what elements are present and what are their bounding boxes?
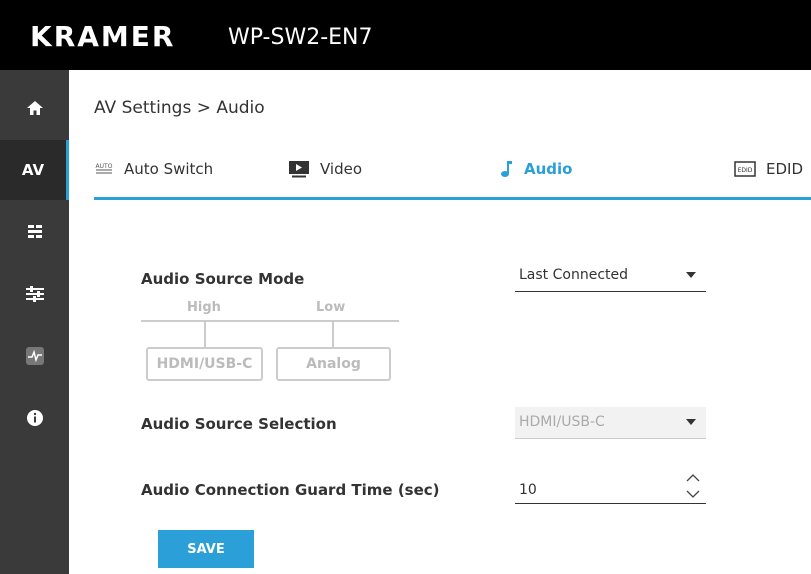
priority-diagram: High Low HDMI/USB-C Analog (141, 298, 401, 388)
tab-video-label: Video (320, 160, 363, 178)
diagnostics-icon (25, 347, 44, 365)
stepper-icon[interactable] (685, 472, 701, 500)
tab-bar: AUTO Auto Switch Video Audio EDID EDID (94, 150, 811, 200)
sidebar-item-info[interactable] (0, 388, 69, 448)
top-bar: KRAMER WP-SW2-EN7 (0, 0, 811, 70)
tab-audio-label: Audio (524, 160, 573, 178)
breadcrumb: AV Settings > Audio (94, 98, 265, 118)
audio-source-mode-select[interactable]: Last Connected (515, 260, 706, 292)
edid-icon: EDID (734, 161, 756, 177)
svg-text:AUTO: AUTO (96, 163, 113, 170)
sidebar-item-av-label: AV (21, 161, 45, 179)
audio-source-mode-value: Last Connected (519, 267, 628, 283)
music-note-icon (501, 161, 512, 177)
guard-time-value: 10 (519, 482, 537, 498)
tab-auto-switch-label: Auto Switch (124, 160, 214, 178)
tab-edid-label: EDID (766, 160, 804, 178)
diagram-line (141, 320, 399, 322)
guard-time-input[interactable]: 10 (515, 472, 706, 504)
sidebar-item-home[interactable] (0, 78, 69, 138)
analog-box: Analog (276, 347, 391, 381)
device-icon (27, 225, 42, 238)
hdmi-usbc-box: HDMI/USB-C (146, 347, 263, 381)
diagram-line (204, 321, 206, 348)
svg-text:EDID: EDID (738, 167, 753, 174)
sidebar: AV (0, 70, 69, 574)
diagram-line (332, 321, 334, 348)
sidebar-item-device[interactable] (0, 202, 69, 262)
device-model: WP-SW2-EN7 (228, 25, 373, 50)
sidebar-item-settings[interactable] (0, 264, 69, 324)
sidebar-item-av[interactable]: AV (0, 140, 69, 200)
priority-low-label: Low (316, 300, 346, 315)
tab-auto-switch[interactable]: AUTO Auto Switch (94, 160, 214, 178)
audio-source-selection-value: HDMI/USB-C (519, 414, 605, 430)
video-icon (289, 161, 309, 178)
sidebar-item-diagnostics[interactable] (0, 326, 69, 386)
chevron-down-icon (686, 419, 696, 425)
sliders-icon (25, 286, 44, 302)
info-icon (26, 410, 43, 426)
guard-time-label: Audio Connection Guard Time (sec) (141, 481, 440, 499)
tab-edid[interactable]: EDID EDID (734, 160, 803, 178)
save-button[interactable]: SAVE (158, 530, 254, 568)
tab-audio[interactable]: Audio (500, 160, 572, 178)
tab-video[interactable]: Video (288, 160, 362, 178)
auto-switch-icon: AUTO (96, 163, 113, 174)
chevron-down-icon (686, 272, 696, 278)
audio-source-mode-label: Audio Source Mode (141, 270, 305, 288)
audio-source-selection-select: HDMI/USB-C (515, 407, 706, 439)
home-icon (26, 101, 43, 115)
priority-high-label: High (187, 300, 221, 315)
brand-logo: KRAMER (30, 20, 176, 53)
audio-source-selection-label: Audio Source Selection (141, 415, 337, 433)
